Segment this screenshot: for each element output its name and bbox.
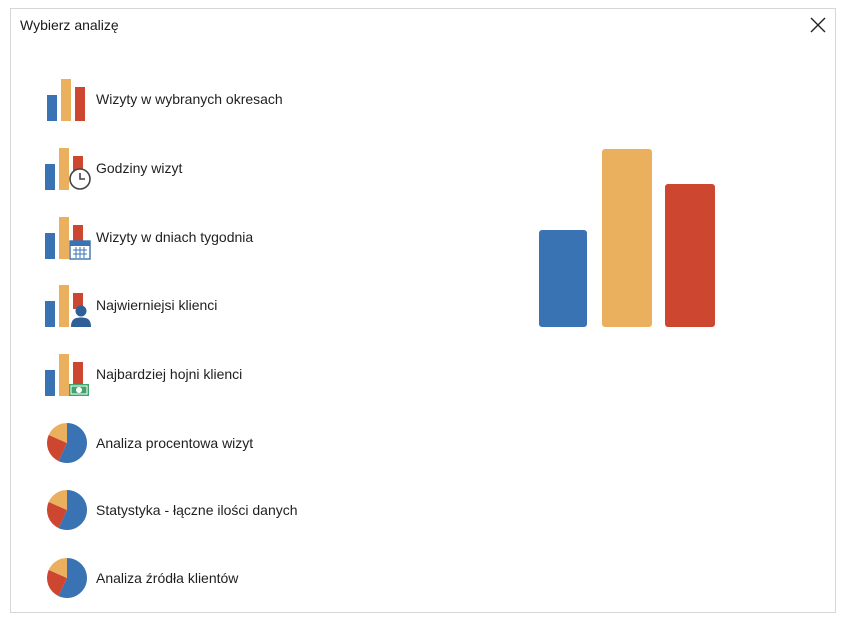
analysis-item-label: Najbardziej hojni klienci bbox=[96, 366, 243, 382]
analysis-item-label: Statystyka - łączne ilości danych bbox=[96, 502, 298, 518]
analysis-item-label: Godziny wizyt bbox=[96, 160, 183, 176]
analysis-item-visits-periods[interactable]: Wizyty w wybranych okresach bbox=[43, 75, 363, 123]
bar-chart-money-icon bbox=[45, 354, 89, 396]
analysis-dialog: Wybierz analizę Wizyty w wybranych okres… bbox=[10, 8, 836, 613]
bar-chart-clock-icon bbox=[45, 148, 91, 190]
analysis-item-label: Wizyty w dniach tygodnia bbox=[96, 229, 254, 245]
analysis-item-visit-hours[interactable]: Godziny wizyt bbox=[43, 144, 363, 192]
close-icon[interactable] bbox=[806, 13, 830, 37]
analysis-item-client-sources[interactable]: Analiza źródła klientów bbox=[43, 554, 363, 602]
analysis-item-visit-percentage[interactable]: Analiza procentowa wizyt bbox=[43, 419, 363, 467]
analysis-item-visits-weekdays[interactable]: Wizyty w dniach tygodnia bbox=[43, 213, 363, 261]
bar-chart-person-icon bbox=[45, 285, 91, 327]
analysis-item-label: Wizyty w wybranych okresach bbox=[96, 91, 283, 107]
analysis-item-statistics[interactable]: Statystyka - łączne ilości danych bbox=[43, 486, 363, 534]
analysis-item-label: Najwierniejsi klienci bbox=[96, 297, 218, 313]
analysis-item-loyal-clients[interactable]: Najwierniejsi klienci bbox=[43, 281, 363, 329]
bar-chart-calendar-icon bbox=[45, 217, 91, 260]
dialog-title: Wybierz analizę bbox=[20, 17, 119, 33]
analysis-item-generous-clients[interactable]: Najbardziej hojni klienci bbox=[43, 350, 363, 398]
pie-chart-icon bbox=[46, 490, 88, 530]
analysis-item-label: Analiza procentowa wizyt bbox=[96, 435, 254, 451]
analysis-item-label: Analiza źródła klientów bbox=[96, 570, 239, 586]
pie-chart-icon bbox=[46, 558, 88, 598]
bar-chart-icon bbox=[47, 79, 85, 121]
pie-chart-icon bbox=[46, 423, 88, 463]
bar-chart-preview-icon bbox=[539, 149, 715, 327]
